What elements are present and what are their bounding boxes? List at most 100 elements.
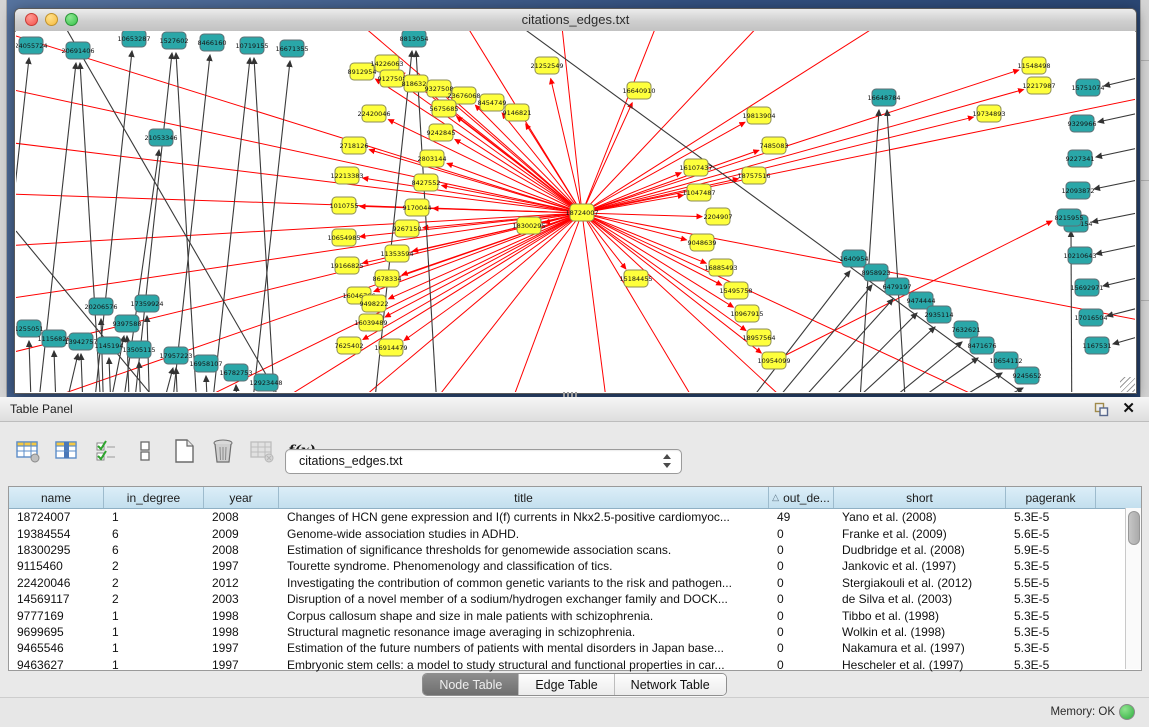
column-header-name[interactable]: name [9,487,104,508]
graph-node-18300295[interactable]: 18300295 [512,217,545,234]
graph-node-12213383[interactable]: 12213383 [330,167,363,184]
column-header-year[interactable]: year [204,487,279,508]
graph-node-8678334[interactable]: 8678334 [373,270,402,287]
delete-table-icon[interactable] [209,436,237,466]
graph-node-8466160[interactable]: 8466160 [198,34,227,51]
column-header-pagerank[interactable]: pagerank [1006,487,1096,508]
table-row[interactable]: 1938455462009Genome-wide association stu… [9,525,1141,541]
graph-node-13505115[interactable]: 13505115 [122,341,155,358]
graph-node-18724007[interactable]: 18724007 [565,204,598,221]
graph-node-8471676[interactable]: 8471676 [968,337,997,354]
graph-node-19166825[interactable]: 19166825 [330,257,363,274]
column-header-title[interactable]: title [279,487,769,508]
graph-node-8427552[interactable]: 8427552 [412,174,441,191]
table-row[interactable]: 946554611997Estimation of the future num… [9,640,1141,656]
table-row[interactable]: 1456911722003Disruption of a novel membe… [9,591,1141,607]
graph-node-10654985[interactable]: 10654985 [327,229,360,246]
graph-node-10210643[interactable]: 10210643 [1063,247,1096,264]
graph-node-19813904[interactable]: 19813904 [742,107,775,124]
tab-node-table[interactable]: Node Table [423,674,519,695]
graph-node-10654112[interactable]: 10654112 [989,352,1022,369]
graph-node-13942757[interactable]: 13942757 [64,333,97,350]
row-height-icon[interactable] [131,436,159,466]
table-row[interactable]: 977716911998Corpus callosum shape and si… [9,607,1141,623]
graph-node-11353594[interactable]: 11353594 [380,245,413,262]
graph-node-17359924[interactable]: 17359924 [130,295,163,312]
graph-node-9227341[interactable]: 9227341 [1066,150,1095,167]
graph-node-1010755[interactable]: 1010755 [330,197,359,214]
graph-node-9329966[interactable]: 9329966 [1068,115,1097,132]
graph-node-16640910[interactable]: 16640910 [622,82,655,99]
graph-node-12923448[interactable]: 12923448 [249,374,282,391]
graph-node-19734893[interactable]: 19734893 [972,105,1005,122]
graph-node-9170044[interactable]: 9170044 [403,199,432,216]
table-settings-icon[interactable] [14,436,42,466]
graph-node-20691406[interactable]: 20691406 [61,42,94,59]
graph-node-14226063[interactable]: 14226063 [370,55,403,72]
close-panel-icon[interactable]: ✕ [1122,399,1135,417]
graph-node-16782753[interactable]: 16782753 [219,364,252,381]
graph-node-6479197[interactable]: 6479197 [883,278,912,295]
tab-edge-table[interactable]: Edge Table [519,674,614,695]
graph-node-2803144[interactable]: 2803144 [418,150,447,167]
graph-node-17957223[interactable]: 17957223 [159,347,192,364]
graph-node-16648784[interactable]: 16648784 [867,89,900,106]
graph-node-11548498[interactable]: 11548498 [1017,57,1050,74]
graph-node-20206576[interactable]: 20206576 [84,298,117,315]
scrollbar-thumb[interactable] [1128,511,1140,545]
graph-node-5675685[interactable]: 5675685 [430,100,459,117]
graph-node-9245652[interactable]: 9245652 [1013,367,1042,384]
graph-node-1145194[interactable]: 1145194 [95,337,124,354]
graph-node-16958107[interactable]: 16958107 [189,355,222,372]
graph-node-10653287[interactable]: 10653287 [117,31,150,47]
graph-node-8958923[interactable]: 8958923 [862,264,891,281]
citation-graph[interactable]: 1872400724055724206914061065328715276028… [16,31,1135,392]
graph-node-7485083[interactable]: 7485083 [760,137,789,154]
table-row[interactable]: 1830029562008Estimation of significance … [9,542,1141,558]
graph-node-12093872[interactable]: 12093872 [1061,182,1094,199]
graph-node-2204907[interactable]: 2204907 [704,208,733,225]
table-row[interactable]: 1872400712008Changes of HCN gene express… [9,509,1141,525]
select-rows-icon[interactable] [92,436,120,466]
graph-node-8215955[interactable]: 8215955 [1055,209,1084,226]
graph-node-16914479[interactable]: 16914479 [374,339,407,356]
table-row[interactable]: 969969511998Structural magnetic resonanc… [9,624,1141,640]
window-titlebar[interactable]: citations_edges.txt [15,9,1136,32]
show-columns-icon[interactable] [53,436,81,466]
table-row[interactable]: 946362711997Embryonic stem cells: a mode… [9,657,1141,673]
graph-node-16885493[interactable]: 16885493 [704,259,737,276]
new-document-icon[interactable] [170,436,198,466]
table-row[interactable]: 2242004622012Investigating the contribut… [9,575,1141,591]
graph-node-16039489[interactable]: 16039489 [354,314,387,331]
graph-node-1527602[interactable]: 1527602 [160,32,189,49]
graph-node-18957564[interactable]: 18957564 [742,329,775,346]
graph-node-7625402[interactable]: 7625402 [335,337,364,354]
graph-node-10954099[interactable]: 10954099 [757,352,790,369]
graph-node-2935114[interactable]: 2935114 [925,306,954,323]
column-header-in_degree[interactable]: in_degree [104,487,204,508]
graph-node-11047487[interactable]: 11047487 [682,184,715,201]
graph-node-9397588[interactable]: 9397588 [113,315,142,332]
graph-node-1640954[interactable]: 1640954 [840,250,869,267]
network-canvas[interactable]: 1872400724055724206914061065328715276028… [16,31,1135,392]
graph-node-18757516[interactable]: 18757516 [737,167,770,184]
graph-node-21053346[interactable]: 21053346 [144,129,177,146]
graph-node-9048639[interactable]: 9048639 [688,234,717,251]
tab-network-table[interactable]: Network Table [615,674,726,695]
graph-node-2718126[interactable]: 2718126 [340,137,369,154]
graph-node-16107437[interactable]: 16107437 [679,159,712,176]
graph-node-9267150[interactable]: 9267150 [393,220,422,237]
column-header-out_degree[interactable]: △out_de... [769,487,834,508]
column-header-short[interactable]: short [834,487,1006,508]
graph-node-10967915[interactable]: 10967915 [730,305,763,322]
graph-node-7632621[interactable]: 7632621 [952,321,981,338]
table-row[interactable]: 911546021997Tourette syndrome. Phenomeno… [9,558,1141,574]
window-resize-grip[interactable] [1120,377,1135,392]
graph-node-15495758[interactable]: 15495758 [719,282,752,299]
vertical-scrollbar[interactable] [1125,508,1141,669]
graph-node-10719155[interactable]: 10719155 [235,37,268,54]
graph-node-9498222[interactable]: 9498222 [360,295,389,312]
graph-node-1167531[interactable]: 1167531 [1083,337,1112,354]
graph-node-21252549[interactable]: 21252549 [530,57,563,74]
graph-node-16671355[interactable]: 16671355 [275,40,308,57]
